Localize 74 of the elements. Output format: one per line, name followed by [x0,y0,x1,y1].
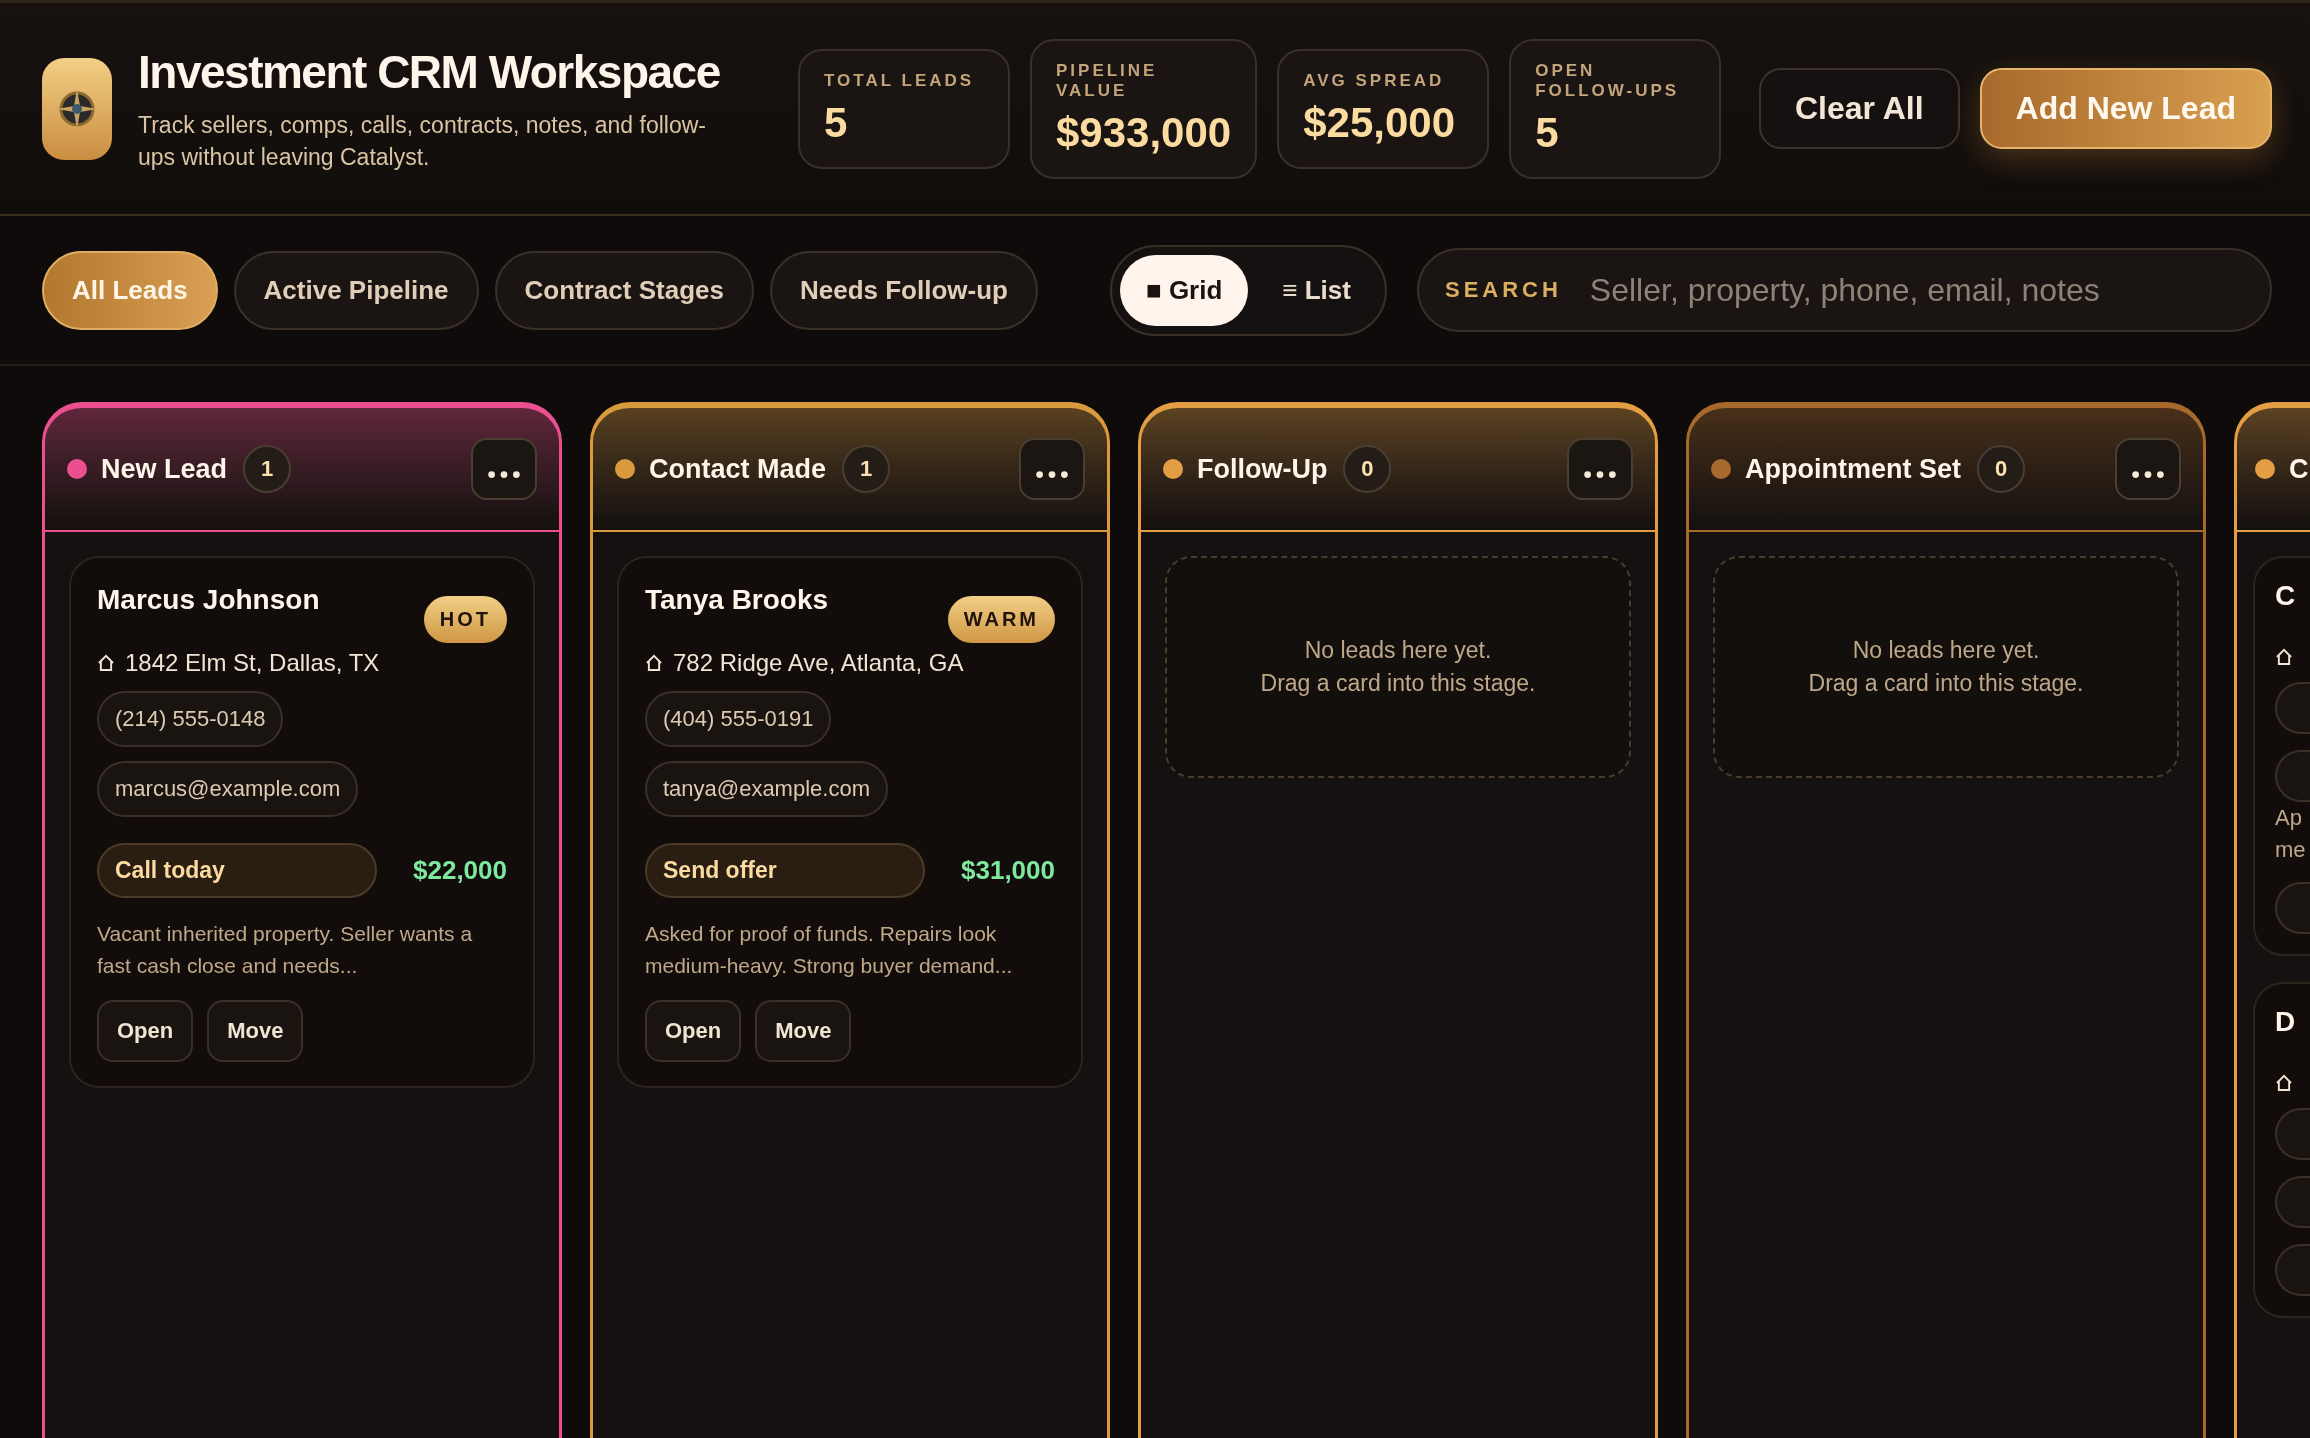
phone-chip[interactable] [2275,1108,2310,1160]
card-button[interactable]: Open [645,1000,742,1062]
card-button[interactable]: Move [207,1000,304,1062]
home-icon [97,654,115,672]
clear-button[interactable]: Clear All [1758,68,1960,149]
column-title: New Lead [101,453,228,485]
lead-notes: Vacant inherited property. Seller wants a fast cash close and needs... [97,921,474,979]
phone-chip[interactable]: (404) 555-0191 [645,691,832,747]
search-field[interactable]: SEARCH Seller, property, phone, email, notes [1416,248,2272,332]
count-badge: 0 [1977,445,2025,493]
address-text: 1842 Elm St, Dallas, TX [125,649,380,677]
more-button[interactable] [1567,438,1633,500]
app-title: Investment CRM Workspace [138,44,721,99]
filter-tab[interactable]: Active Pipeline [233,250,479,330]
stat-value: $933,000 [1056,107,1232,158]
empty-message: Drag a card into this stage. [1808,670,2084,697]
empty-message: No leads here yet. [1852,637,2040,664]
home-icon [2275,648,2293,666]
phone-chip[interactable]: (214) 555-0148 [97,691,284,747]
spread-amount: $31,000 [961,855,1055,886]
lead-name: Tanya Brooks [645,584,829,616]
lead-notes: Asked for proof of funds. Repairs look medium-heavy. Strong buyer demand... [645,921,1014,979]
search-input[interactable]: Seller, property, phone, email, notes [1587,270,2244,310]
more-icon [487,469,521,479]
lead-name: Marcus Johnson [97,584,320,616]
lead-name: D [2275,1006,2296,1038]
home-icon [645,654,663,672]
view-option[interactable]: ■ Grid [1119,254,1249,326]
column-title: Follow-Up [1197,453,1328,485]
more-icon [2131,469,2165,479]
more-button[interactable] [2115,438,2181,500]
priority-badge: WARM [947,596,1055,643]
empty-message: No leads here yet. [1304,637,1492,664]
card-button[interactable] [2275,882,2310,934]
next-action-pill: Send offer [645,843,925,898]
column-title: Appointment Set [1745,453,1961,485]
stat-value: 5 [1535,107,1560,158]
more-button[interactable] [471,438,537,500]
more-icon [1035,469,1069,479]
column-title: C [2289,453,2309,485]
email-chip[interactable]: tanya@example.com [645,761,888,817]
more-button[interactable] [1019,438,1085,500]
email-chip[interactable]: marcus@example.com [97,761,359,817]
home-icon [2275,1074,2293,1092]
view-option[interactable]: ≡ List [1256,254,1377,326]
card-button[interactable] [2275,1244,2310,1296]
filter-tab[interactable]: Contract Stages [494,250,754,330]
email-chip[interactable] [2275,750,2310,802]
stat-label: PIPELINE VALUE [1056,60,1159,101]
priority-badge: HOT [423,596,507,643]
card-button[interactable]: Move [755,1000,852,1062]
address-text: 782 Ridge Ave, Atlanta, GA [673,649,964,677]
lead-notes: me [2275,836,2306,864]
column-title: Contact Made [649,453,827,485]
count-badge: 0 [1343,445,1392,493]
next-action-pill: Call today [97,843,377,898]
search-label: SEARCH [1444,277,1562,303]
stat-label: TOTAL LEADS [824,70,976,91]
filter-tab[interactable]: Needs Follow-up [769,250,1038,330]
lead-name: C [2275,580,2296,612]
spread-amount: $22,000 [413,855,507,886]
count-badge: 1 [842,445,891,493]
more-icon [1583,469,1617,479]
stat-value: 5 [824,97,849,148]
email-chip[interactable] [2275,1176,2310,1228]
app-subtitle: Track sellers, comps, calls, contracts, notes, and follow-ups without leaving Catalyst. [138,110,707,172]
empty-message: Drag a card into this stage. [1260,670,1536,697]
stat-value: $25,000 [1303,97,1456,148]
phone-chip[interactable] [2275,682,2310,734]
count-badge: 1 [243,445,292,493]
card-button[interactable]: Open [97,1000,194,1062]
stat-label: AVG SPREAD [1303,70,1446,91]
lead-notes: Ap [2275,804,2302,832]
stat-label: OPEN FOLLOW-UPS [1535,60,1681,101]
